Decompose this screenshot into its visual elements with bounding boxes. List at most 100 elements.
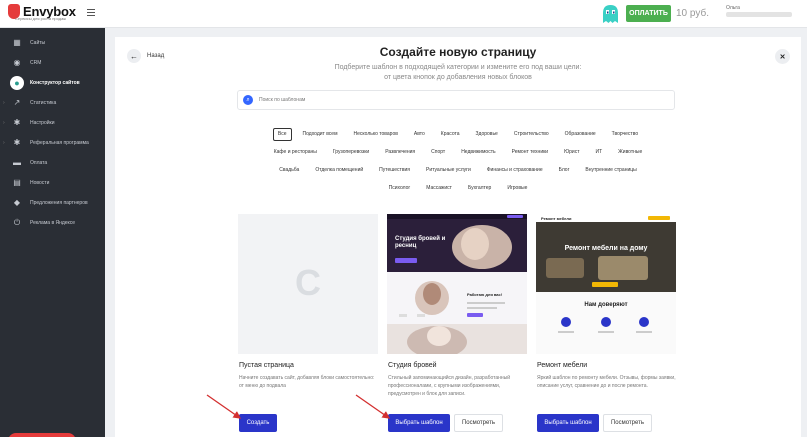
- sidebar-item-statistics[interactable]: › ↗ Статистика: [0, 93, 105, 113]
- template-description: Стильный запоминающийся дизайн, разработ…: [388, 375, 511, 397]
- chart-icon: ↗: [13, 98, 21, 107]
- category-tag[interactable]: ИТ: [591, 146, 608, 159]
- sidebar-item-label: Новости: [30, 180, 50, 186]
- create-button[interactable]: Создать: [239, 414, 277, 432]
- category-tag[interactable]: Финансы и страхование: [482, 164, 548, 177]
- power-icon: ⏻: [13, 218, 21, 227]
- globe-icon: ●: [10, 76, 24, 90]
- category-tag[interactable]: Юрист: [559, 146, 584, 159]
- category-tag[interactable]: Игровые: [502, 182, 532, 195]
- subtitle-line-2: от цвета кнопок до добавления новых блок…: [384, 74, 532, 81]
- category-tag[interactable]: Кафе и рестораны: [269, 146, 322, 159]
- template-title: Студия бровей: [388, 362, 437, 369]
- choose-template-button[interactable]: Выбрать шаблон: [388, 414, 450, 432]
- category-tag[interactable]: Здоровье: [471, 128, 503, 141]
- thumb-top-label: Ремонт мебели: [541, 216, 572, 221]
- template-description: Начните создавать сайт, добавляя блоки с…: [239, 375, 375, 389]
- sidebar-item-partner-offers[interactable]: ◆ Предложения партнеров: [0, 193, 105, 213]
- modal-title: Создайте новую страницу: [379, 45, 537, 59]
- category-tag[interactable]: Подходит всем: [298, 128, 343, 141]
- pay-button[interactable]: ОПЛАТИТЬ: [626, 5, 671, 22]
- sidebar-item-label: Настройки: [30, 120, 55, 126]
- user-name[interactable]: Ольга: [726, 5, 740, 11]
- wallet-icon: ▬: [13, 158, 21, 167]
- close-icon[interactable]: ✕: [775, 49, 790, 64]
- sidebar-item-label: Реферальная программа: [30, 140, 89, 146]
- category-row-4: Психолог Массажист Бухгалтер Игровые: [115, 182, 801, 195]
- template-title: Ремонт мебели: [537, 362, 588, 369]
- sidebar-item-label: Сайты: [30, 40, 46, 46]
- category-tag[interactable]: Творчество: [607, 128, 643, 141]
- category-row-3: Свадьба Отделка помещений Путешествия Ри…: [115, 164, 801, 177]
- category-tag[interactable]: Блог: [554, 164, 575, 177]
- ghost-mascot-icon[interactable]: [602, 4, 619, 24]
- template-title: Пустая страница: [239, 362, 294, 369]
- category-tag[interactable]: Авто: [409, 128, 430, 141]
- hamburger-menu-icon[interactable]: [87, 9, 95, 18]
- sidebar-item-payment[interactable]: ▬ Оплата: [0, 153, 105, 173]
- top-header: Envybox Сервисы для роста продаж ОПЛАТИТ…: [0, 0, 807, 28]
- preview-button[interactable]: Посмотреть: [603, 414, 652, 432]
- search-icon: ⌕: [243, 95, 253, 105]
- category-tag[interactable]: Ремонт техники: [507, 146, 554, 159]
- sidebar-item-label: Статистика: [30, 100, 57, 106]
- template-search: ⌕: [237, 90, 675, 110]
- template-thumbnail[interactable]: Ремонт мебели Ремонт мебели на дому Нам …: [536, 214, 676, 354]
- category-tag[interactable]: Путешествия: [374, 164, 415, 177]
- sidebar-item-label: Реклама в Яндексе: [30, 220, 76, 226]
- category-tag[interactable]: Животные: [613, 146, 647, 159]
- category-row-2: Кафе и рестораны Грузоперевозки Развлече…: [115, 146, 801, 159]
- preview-button[interactable]: Посмотреть: [454, 414, 503, 432]
- category-tag[interactable]: Массажист: [421, 182, 457, 195]
- sidebar-item-site-builder[interactable]: ● Конструктор сайтов: [0, 73, 105, 93]
- sidebar-item-referral[interactable]: › ✱ Реферальная программа: [0, 133, 105, 153]
- logo-subtitle: Сервисы для роста продаж: [15, 16, 66, 21]
- category-tag[interactable]: Бухгалтер: [463, 182, 496, 195]
- category-tag[interactable]: Образование: [560, 128, 601, 141]
- category-tag[interactable]: Психолог: [384, 182, 416, 195]
- chevron-right-icon: ›: [3, 140, 5, 146]
- category-tag[interactable]: Развлечения: [380, 146, 420, 159]
- modal-subtitle: Подберите шаблон в подходящей категории …: [115, 63, 801, 83]
- category-tag[interactable]: Красота: [436, 128, 465, 141]
- news-icon: ▤: [13, 178, 21, 187]
- choose-template-button[interactable]: Выбрать шаблон: [537, 414, 599, 432]
- user-email-redacted: [726, 12, 792, 17]
- gear-icon: ✱: [13, 138, 21, 147]
- chevron-right-icon: ›: [3, 100, 5, 106]
- sidebar-item-label: Конструктор сайтов: [30, 80, 80, 86]
- sidebar: ▦ Сайты ◉ CRM ● Конструктор сайтов › ↗ С…: [0, 28, 105, 437]
- chevron-right-icon: ›: [3, 120, 5, 126]
- category-tag[interactable]: Внутренние страницы: [580, 164, 641, 177]
- category-tag[interactable]: Грузоперевозки: [328, 146, 374, 159]
- sidebar-item-label: CRM: [30, 60, 42, 66]
- grid-icon: ▦: [13, 38, 21, 47]
- category-tag[interactable]: Отделка помещений: [310, 164, 368, 177]
- crm-icon: ◉: [13, 58, 21, 67]
- category-row-1: Все Подходит всем Несколько товаров Авто…: [115, 128, 801, 141]
- sidebar-item-crm[interactable]: ◉ CRM: [0, 53, 105, 73]
- template-description: Яркий шаблон по ремонту мебели. Отзывы, …: [537, 375, 676, 389]
- gear-icon: ✱: [13, 118, 21, 127]
- thumb-section-text: Нам доверяют: [584, 302, 628, 308]
- sidebar-item-sites[interactable]: ▦ Сайты: [0, 33, 105, 53]
- tag-icon: ◆: [13, 198, 21, 207]
- category-tag[interactable]: Свадьба: [274, 164, 304, 177]
- category-tag[interactable]: Недвижимость: [456, 146, 500, 159]
- search-input[interactable]: [259, 93, 659, 107]
- template-thumbnail[interactable]: Студия бровей и ресниц Работаю для вас!: [387, 214, 527, 354]
- category-tag[interactable]: Несколько товаров: [349, 128, 403, 141]
- sidebar-item-news[interactable]: ▤ Новости: [0, 173, 105, 193]
- support-chat-button[interactable]: [8, 433, 76, 437]
- sidebar-item-settings[interactable]: › ✱ Настройки: [0, 113, 105, 133]
- sidebar-item-label: Предложения партнеров: [30, 200, 88, 206]
- brow-studio-preview-image: [387, 214, 527, 354]
- thumb-hero-text: Студия бровей и ресниц: [395, 236, 446, 249]
- category-tag[interactable]: Спорт: [426, 146, 450, 159]
- category-tag[interactable]: Строительство: [509, 128, 554, 141]
- category-tag[interactable]: Все: [272, 128, 292, 141]
- category-tag[interactable]: Ритуальные услуги: [421, 164, 476, 177]
- furniture-repair-preview-image: [536, 214, 676, 354]
- template-thumbnail[interactable]: C: [238, 214, 378, 354]
- sidebar-item-yandex-ads[interactable]: ⏻ Реклама в Яндексе: [0, 213, 105, 233]
